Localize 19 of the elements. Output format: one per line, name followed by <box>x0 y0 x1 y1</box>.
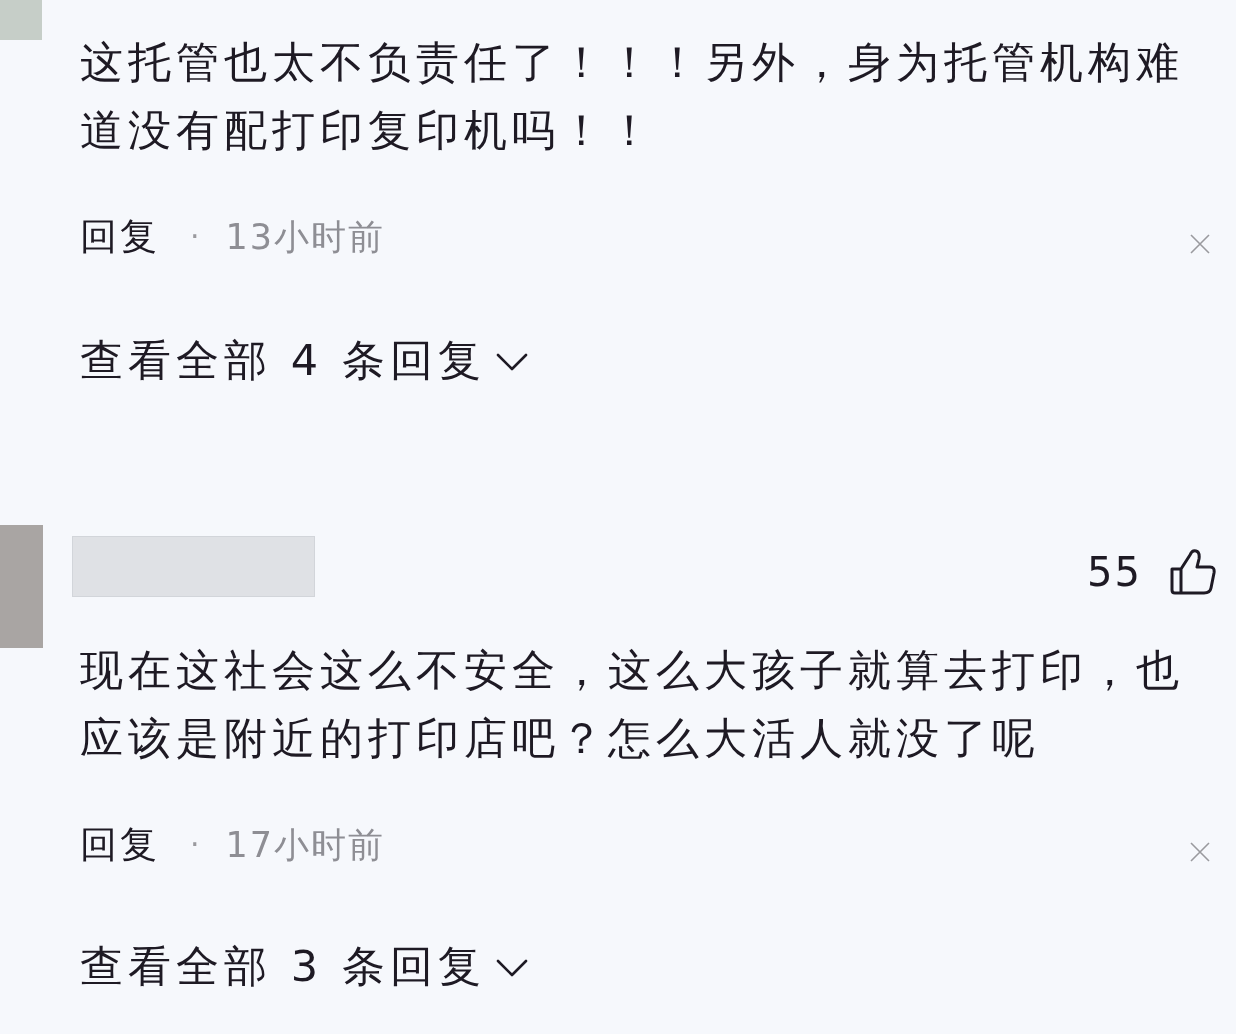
like-button[interactable]: 55 <box>1087 548 1216 596</box>
view-replies-button[interactable]: 查看全部 3 条回复 <box>80 938 528 994</box>
close-icon <box>1190 842 1210 862</box>
reply-button[interactable]: 回复 <box>80 820 160 870</box>
close-icon <box>1190 234 1210 254</box>
comment-text: 现在这社会这么不安全，这么大孩子就算去打印，也应该是附近的打印店吧？怎么大活人就没了呢 <box>79 644 1185 765</box>
avatar-placeholder <box>0 0 42 40</box>
timestamp: 17小时前 <box>225 824 386 867</box>
comment-text: 这托管也太不负责任了！！！另外，身为托管机构难道没有配打印复印机吗！！ <box>79 36 1185 157</box>
thumbs-up-icon <box>1170 549 1216 595</box>
view-replies-button[interactable]: 查看全部 4 条回复 <box>80 332 528 388</box>
timestamp: 13小时前 <box>225 216 386 259</box>
separator-dot: · <box>190 218 200 256</box>
reply-button[interactable]: 回复 <box>80 212 160 262</box>
chevron-down-icon <box>495 959 528 977</box>
separator-dot: · <box>190 826 200 864</box>
chevron-down-icon <box>495 353 528 371</box>
close-button[interactable] <box>1190 842 1210 862</box>
close-button[interactable] <box>1190 234 1210 254</box>
